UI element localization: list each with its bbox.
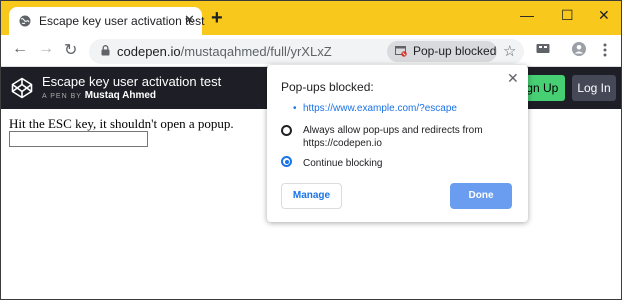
manage-button[interactable]: Manage bbox=[281, 183, 342, 209]
profile-avatar-icon[interactable] bbox=[572, 42, 586, 56]
browser-window: Escape key user activation test ✕ + — ☐ … bbox=[0, 0, 622, 300]
radio-continue-blocking[interactable] bbox=[281, 156, 292, 167]
log-in-button[interactable]: Log In bbox=[572, 75, 616, 101]
popup-blocked-label: Pop-up blocked bbox=[413, 44, 497, 58]
forward-icon[interactable]: → bbox=[38, 40, 54, 58]
browser-toolbar: ← → ↻ codepen.io/mustaqahmed/full/yrXLxZ… bbox=[1, 35, 621, 67]
radio-always-allow-label[interactable]: Always allow pop-ups and redirects from … bbox=[303, 124, 521, 150]
bullet-icon: • bbox=[293, 103, 297, 114]
reload-icon[interactable]: ↻ bbox=[64, 40, 77, 60]
minimize-icon[interactable]: — bbox=[520, 7, 534, 23]
url-path: /mustaqahmed/full/yrXLxZ bbox=[180, 44, 332, 59]
url-text: codepen.io/mustaqahmed/full/yrXLxZ bbox=[117, 44, 332, 59]
title-bar: Escape key user activation test ✕ + — ☐ … bbox=[1, 1, 621, 35]
new-tab-icon[interactable]: + bbox=[211, 8, 223, 28]
lock-icon bbox=[101, 45, 110, 56]
bookmark-star-icon[interactable]: ☆ bbox=[503, 42, 516, 60]
done-button[interactable]: Done bbox=[450, 183, 512, 209]
blocked-popup-link[interactable]: https://www.example.com/?escape bbox=[303, 103, 457, 114]
pen-author[interactable]: Mustaq Ahmed bbox=[85, 90, 156, 101]
extension-icon[interactable] bbox=[536, 43, 550, 55]
pen-title: Escape key user activation test bbox=[42, 74, 222, 89]
instruction-text: Hit the ESC key, it shouldn't open a pop… bbox=[9, 116, 234, 131]
pen-byline: A PEN BY Mustaq Ahmed bbox=[42, 90, 156, 101]
popup-blocked-icon bbox=[395, 46, 407, 57]
url-host: codepen.io bbox=[117, 44, 181, 59]
text-input[interactable] bbox=[9, 131, 148, 147]
globe-icon bbox=[19, 15, 31, 27]
maximize-icon[interactable]: ☐ bbox=[561, 7, 574, 24]
tab-title: Escape key user activation test bbox=[39, 14, 205, 28]
bubble-close-icon[interactable]: ✕ bbox=[507, 70, 519, 87]
bubble-title: Pop-ups blocked: bbox=[281, 80, 374, 94]
radio-always-allow[interactable] bbox=[281, 125, 292, 136]
window-close-icon[interactable]: ✕ bbox=[598, 7, 610, 24]
address-bar[interactable]: codepen.io/mustaqahmed/full/yrXLxZ Pop-u… bbox=[89, 39, 524, 64]
popups-blocked-bubble: Pop-ups blocked: ✕ • https://www.example… bbox=[267, 65, 528, 222]
codepen-logo-icon[interactable] bbox=[11, 77, 33, 99]
back-icon[interactable]: ← bbox=[12, 40, 28, 58]
more-menu-icon[interactable] bbox=[603, 43, 607, 57]
browser-tab[interactable]: Escape key user activation test ✕ bbox=[9, 7, 205, 35]
radio-continue-blocking-label[interactable]: Continue blocking bbox=[303, 157, 383, 170]
pen-byline-prefix: A PEN BY bbox=[42, 93, 82, 100]
popup-blocked-chip[interactable]: Pop-up blocked bbox=[387, 41, 497, 62]
tab-close-icon[interactable]: ✕ bbox=[184, 12, 195, 28]
